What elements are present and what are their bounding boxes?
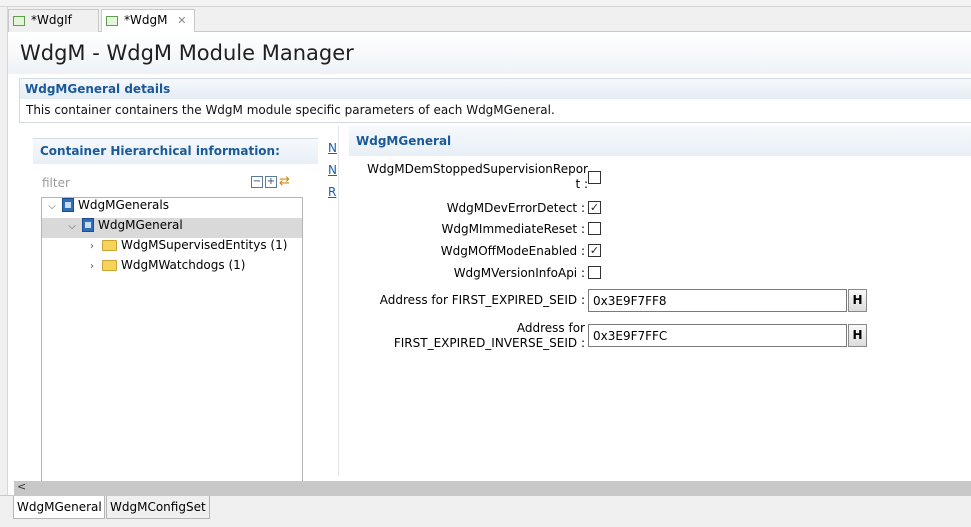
param-label-line: t :: [575, 177, 588, 191]
chevron-down-icon[interactable]: ⌵: [66, 221, 78, 232]
tree-item-supervisedentitys[interactable]: › WdgMSupervisedEntitys (1): [86, 238, 302, 258]
scroll-left-icon[interactable]: <: [17, 480, 26, 493]
window-top-strip: [0, 0, 971, 7]
parameters-panel: WdgMGeneral WdgMDemStoppedSupervisionRep…: [349, 126, 971, 480]
details-title: WdgMGeneral details: [20, 79, 971, 99]
page-tab-bar: WdgMGeneral WdgMConfigSet: [0, 495, 971, 527]
chevron-down-icon[interactable]: ⌵: [46, 201, 58, 212]
param-label-dev-error-detect: WdgMDevErrorDetect :: [446, 201, 585, 215]
tab-label: *WdgIf: [31, 13, 72, 27]
param-label-dem-stopped: WdgMDemStoppedSupervisionRepor t :: [349, 162, 588, 192]
side-link-n2[interactable]: N: [328, 163, 337, 177]
horizontal-scrollbar[interactable]: <: [14, 480, 971, 495]
details-section: WdgMGeneral details This container conta…: [19, 78, 971, 123]
tree-item-label: WdgMSupervisedEntitys (1): [121, 238, 288, 252]
tree-item-label: WdgMWatchdogs (1): [121, 258, 246, 272]
chevron-right-icon[interactable]: ›: [86, 241, 98, 252]
param-label-off-mode-enabled: WdgMOffModeEnabled :: [440, 244, 585, 258]
param-label-version-info-api: WdgMVersionInfoApi :: [453, 266, 585, 280]
module-file-icon: [106, 16, 118, 26]
field-label-line: Address for: [516, 321, 585, 335]
tab-label: *WdgM: [124, 13, 168, 27]
collapse-all-icon[interactable]: −: [251, 176, 263, 188]
folder-icon: [102, 240, 117, 251]
tab-wdgmgeneral[interactable]: WdgMGeneral: [13, 496, 105, 519]
left-margin: [0, 7, 8, 495]
page-header: WdgM - WdgM Module Manager: [8, 32, 971, 74]
tree-item-label: WdgMGeneral: [98, 218, 183, 232]
hierarchy-panel: Container Hierarchical information: filt…: [33, 138, 318, 482]
page-title: WdgM - WdgM Module Manager: [20, 41, 354, 65]
param-label-line: WdgMDemStoppedSupervisionRepor: [367, 162, 588, 176]
container-tree: ⌵ WdgMGenerals ⌵ WdgMGeneral › WdgMSupervis…: [41, 197, 303, 482]
checkbox-off-mode-enabled[interactable]: ✓: [588, 244, 601, 257]
close-icon[interactable]: ✕: [177, 14, 186, 27]
tree-item-watchdogs[interactable]: › WdgMWatchdogs (1): [86, 258, 302, 278]
hierarchy-title: Container Hierarchical information:: [33, 138, 318, 164]
expand-all-icon[interactable]: +: [265, 176, 277, 188]
container-icon: [82, 218, 94, 232]
parameters-title: WdgMGeneral: [349, 126, 971, 156]
container-icon: [62, 198, 74, 212]
panel-divider: [338, 126, 339, 476]
field-label-line: FIRST_EXPIRED_INVERSE_SEID :: [393, 336, 585, 350]
tab-wdgmconfigset[interactable]: WdgMConfigSet: [106, 496, 210, 519]
checkbox-immediate-reset[interactable]: [588, 222, 601, 235]
tab-wdgif[interactable]: *WdgIf: [8, 9, 99, 32]
chevron-right-icon[interactable]: ›: [86, 261, 98, 272]
hex-button[interactable]: H: [848, 289, 867, 312]
module-file-icon: [13, 16, 25, 26]
tree-item-wdgmgenerals[interactable]: ⌵ WdgMGenerals: [46, 198, 302, 218]
side-link-r[interactable]: R: [328, 185, 336, 199]
tab-wdgm[interactable]: *WdgM ✕: [101, 9, 195, 33]
tree-item-wdgmgeneral[interactable]: ⌵ WdgMGeneral: [42, 218, 302, 238]
details-description: This container containers the WdgM modul…: [26, 103, 555, 117]
folder-icon: [102, 260, 117, 271]
field-label-first-expired-inverse-seid: Address for FIRST_EXPIRED_INVERSE_SEID :: [349, 321, 585, 351]
checkbox-dev-error-detect[interactable]: ✓: [588, 201, 601, 214]
editor-window: *WdgIf *WdgM ✕ WdgM - WdgM Module Manage…: [0, 0, 971, 527]
editor-tab-bar: *WdgIf *WdgM ✕: [0, 7, 971, 33]
checkbox-version-info-api[interactable]: [588, 266, 601, 279]
param-label-immediate-reset: WdgMImmediateReset :: [441, 222, 585, 236]
first-expired-inverse-seid-input[interactable]: 0x3E9F7FFC: [588, 324, 847, 347]
hex-button[interactable]: H: [848, 324, 867, 347]
field-label-first-expired-seid: Address for FIRST_EXPIRED_SEID :: [379, 293, 585, 307]
filter-input[interactable]: filter: [42, 176, 70, 190]
sync-icon[interactable]: ⇄: [279, 175, 290, 188]
tree-item-label: WdgMGenerals: [78, 198, 169, 212]
side-link-n1[interactable]: N: [328, 141, 337, 155]
tree-toolbar: − + ⇄: [251, 175, 290, 190]
first-expired-seid-input[interactable]: 0x3E9F7FF8: [588, 289, 847, 312]
checkbox-dem-stopped-supervision-report[interactable]: [588, 171, 601, 184]
